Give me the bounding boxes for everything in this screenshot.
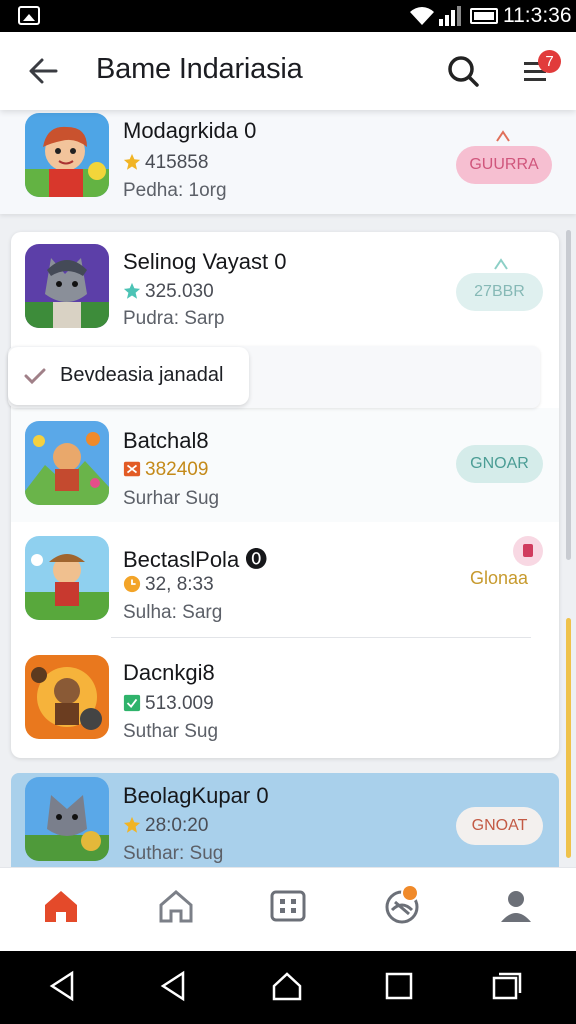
featured-app-card[interactable]: Modagrkida 0 415858 Pedha: 1org GUURRA bbox=[0, 110, 576, 214]
back-triangle-icon[interactable] bbox=[157, 969, 191, 1003]
app-developer: Pudra: Sarp bbox=[123, 308, 225, 329]
rating-value: 28:0:20 bbox=[145, 815, 209, 836]
list-item[interactable]: Batchal8 382409 Surhar Sug GNOAR bbox=[11, 408, 559, 522]
star-icon bbox=[123, 153, 141, 170]
search-icon[interactable] bbox=[446, 54, 480, 88]
app-name: Selinog Vayast 0 bbox=[123, 249, 287, 274]
app-rating: 513.009 bbox=[123, 693, 214, 715]
app-developer: Surhar Sug bbox=[123, 488, 220, 509]
star-icon bbox=[123, 816, 141, 833]
app-name: Batchal8 bbox=[123, 428, 209, 453]
bottom-tab-bar bbox=[0, 867, 576, 951]
install-link[interactable]: Glonaa bbox=[470, 568, 528, 589]
install-button[interactable]: GUURRA bbox=[456, 146, 552, 184]
app-list: Modagrkida 0 415858 Pedha: 1org GUURRA S… bbox=[0, 110, 576, 867]
gallery-icon bbox=[18, 6, 40, 25]
home-filled-icon[interactable] bbox=[41, 886, 81, 926]
app-thumbnail bbox=[25, 113, 109, 197]
rating-value: 382409 bbox=[145, 459, 209, 480]
install-button[interactable]: GNOAR bbox=[456, 445, 543, 483]
list-item[interactable]: Dacnkgi8 513.009 Suthar Sug bbox=[11, 639, 559, 757]
scrollbar-thumb[interactable] bbox=[566, 618, 571, 858]
app-thumbnail bbox=[25, 421, 109, 505]
checkmark-icon bbox=[24, 368, 46, 385]
star-icon bbox=[123, 282, 141, 299]
app-thumbnail bbox=[25, 536, 109, 620]
signal-icon bbox=[439, 6, 461, 26]
check-square-icon bbox=[123, 694, 141, 712]
profile-icon[interactable] bbox=[496, 886, 536, 926]
app-developer: Suthar: Sug bbox=[123, 843, 224, 864]
list-item[interactable]: BectaslPola ⓿ 32, 8:33 Sulha: Sarg Glona… bbox=[11, 522, 559, 638]
app-name: Modagrkida 0 bbox=[123, 118, 257, 143]
app-rating: 325.030 bbox=[123, 281, 214, 303]
highlighted-list-item[interactable]: BeolagKupar 0 28:0:20 Suthar: Sug GNOAT bbox=[11, 773, 559, 867]
install-button[interactable]: GNOAT bbox=[456, 807, 543, 845]
notification-dot bbox=[401, 884, 419, 902]
back-arrow-icon[interactable] bbox=[26, 54, 60, 88]
recents-square-icon[interactable] bbox=[382, 969, 416, 1003]
app-developer: Pedha: 1org bbox=[123, 180, 227, 201]
flag-icon bbox=[123, 461, 141, 477]
scrollbar[interactable] bbox=[566, 230, 571, 560]
rating-value: 415858 bbox=[145, 152, 209, 173]
home-outline-icon[interactable] bbox=[156, 886, 196, 926]
app-thumbnail bbox=[25, 777, 109, 861]
app-rating: 415858 bbox=[123, 152, 208, 174]
rating-value: 32, 8:33 bbox=[145, 574, 214, 595]
system-nav-bar bbox=[0, 951, 576, 1024]
tooltip: Bevdeasia janadal bbox=[8, 346, 540, 408]
status-bar: 11:3:36 bbox=[0, 0, 576, 32]
app-developer: Sulha: Sarg bbox=[123, 602, 223, 623]
rating-value: 513.009 bbox=[145, 693, 214, 714]
chevron-up-icon bbox=[496, 130, 510, 142]
bookmark-icon[interactable] bbox=[513, 536, 543, 566]
clock-icon bbox=[123, 575, 141, 593]
app-bar: Bame Indariasia 7 bbox=[0, 32, 576, 110]
home-nav-icon[interactable] bbox=[270, 969, 304, 1003]
rating-value: 325.030 bbox=[145, 281, 214, 302]
tooltip-label: Bevdeasia janadal bbox=[60, 364, 224, 386]
notification-badge: 7 bbox=[538, 50, 561, 73]
divider bbox=[111, 637, 531, 638]
multitask-icon[interactable] bbox=[490, 969, 524, 1003]
back-triangle-icon[interactable] bbox=[46, 969, 80, 1003]
app-rating: 382409 bbox=[123, 459, 208, 481]
page-title: Bame Indariasia bbox=[96, 53, 303, 85]
app-rating: 28:0:20 bbox=[123, 815, 208, 837]
status-time: 11:3:36 bbox=[503, 4, 572, 27]
battery-icon bbox=[470, 8, 498, 24]
app-name: BectaslPola ⓿ bbox=[123, 547, 268, 572]
app-developer: Suthar Sug bbox=[123, 721, 219, 742]
app-name: Dacnkgi8 bbox=[123, 660, 215, 685]
wifi-icon bbox=[410, 7, 434, 25]
list-item[interactable]: Selinog Vayast 0 325.030 Pudra: Sarp 27B… bbox=[11, 232, 559, 342]
app-thumbnail bbox=[25, 244, 109, 328]
grid-icon[interactable] bbox=[268, 886, 308, 926]
app-rating: 32, 8:33 bbox=[123, 574, 214, 596]
app-thumbnail bbox=[25, 655, 109, 739]
chevron-up-icon bbox=[494, 258, 508, 270]
install-button[interactable]: 27BBR bbox=[456, 273, 543, 311]
app-name: BeolagKupar 0 bbox=[123, 783, 269, 808]
tooltip-bubble[interactable]: Bevdeasia janadal bbox=[8, 347, 249, 405]
app-list-card: Selinog Vayast 0 325.030 Pudra: Sarp 27B… bbox=[11, 232, 559, 758]
